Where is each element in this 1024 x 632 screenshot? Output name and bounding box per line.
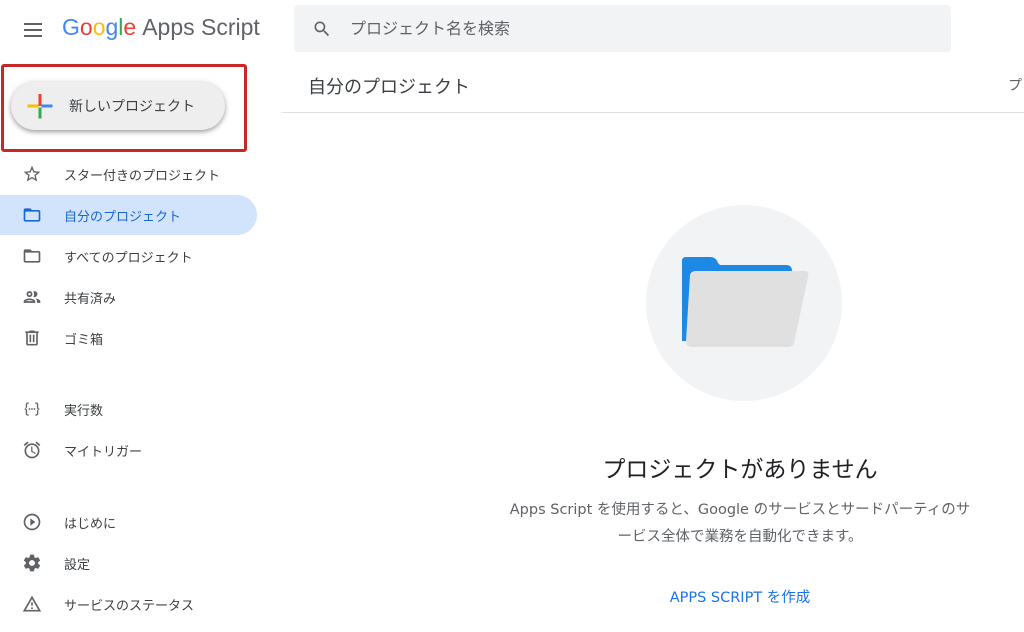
logo-product-name: Apps Script bbox=[142, 14, 260, 40]
sidebar-item-label: 実行数 bbox=[64, 403, 104, 419]
sidebar-item-label: サービスのステータス bbox=[64, 598, 195, 614]
folder-illustration-icon bbox=[682, 257, 809, 347]
sidebar-item-service-status[interactable]: サービスのステータス bbox=[0, 584, 257, 624]
sidebar-item-label: 共有済み bbox=[64, 291, 117, 307]
search-bar[interactable] bbox=[294, 5, 951, 52]
alarm-icon bbox=[0, 440, 64, 460]
create-apps-script-link[interactable]: APPS SCRIPT を作成 bbox=[482, 586, 998, 607]
search-icon[interactable] bbox=[294, 19, 350, 39]
trash-icon bbox=[0, 328, 64, 348]
logo-letter: G bbox=[62, 14, 80, 40]
sidebar-item-label: 自分のプロジェクト bbox=[64, 209, 182, 225]
folder-icon bbox=[0, 205, 64, 225]
logo-letter: o bbox=[79, 14, 93, 40]
sidebar-item-all-projects[interactable]: すべてのプロジェクト bbox=[0, 236, 257, 276]
sidebar-item-starred[interactable]: スター付きのプロジェクト bbox=[0, 154, 257, 194]
empty-state-description-line: Apps Script を使用すると、Google のサービスとサードパーティの… bbox=[509, 502, 971, 518]
sidebar-item-label: すべてのプロジェクト bbox=[64, 250, 193, 266]
search-input[interactable] bbox=[350, 19, 910, 38]
logo-letter: e bbox=[123, 14, 137, 40]
plus-icon bbox=[11, 93, 69, 119]
empty-state-description: Apps Script を使用すると、Google のサービスとサードパーティの… bbox=[482, 497, 998, 551]
folder-icon bbox=[0, 246, 64, 266]
star-icon bbox=[0, 164, 64, 184]
sidebar-item-trash[interactable]: ゴミ箱 bbox=[0, 318, 257, 358]
executions-icon bbox=[0, 399, 64, 419]
new-project-highlight: 新しいプロジェクト bbox=[1, 64, 247, 152]
sidebar-item-label: はじめに bbox=[64, 516, 117, 532]
apps-script-logo[interactable]: Google Apps Script bbox=[62, 14, 260, 46]
sidebar-item-executions[interactable]: 実行数 bbox=[0, 389, 257, 429]
sidebar-item-shared[interactable]: 共有済み bbox=[0, 277, 257, 317]
main-menu-button[interactable] bbox=[21, 18, 45, 42]
new-project-button[interactable]: 新しいプロジェクト bbox=[11, 82, 225, 130]
sidebar-item-label: マイトリガー bbox=[64, 444, 143, 460]
empty-state-illustration bbox=[646, 205, 842, 401]
people-icon bbox=[0, 287, 64, 307]
page-title: 自分のプロジェクト bbox=[308, 77, 470, 98]
sidebar-item-label: 設定 bbox=[64, 557, 91, 573]
new-project-label: 新しいプロジェクト bbox=[69, 99, 195, 115]
sidebar-item-label: ゴミ箱 bbox=[64, 332, 104, 348]
logo-letter: o bbox=[92, 14, 106, 40]
empty-state-title: プロジェクトがありません bbox=[602, 457, 878, 483]
warning-icon bbox=[0, 594, 64, 614]
play-circle-icon bbox=[0, 512, 64, 532]
hamburger-icon bbox=[24, 23, 42, 25]
empty-state-description-line: ービス全体で業務を自動化できます。 bbox=[617, 529, 863, 545]
sidebar-item-label: スター付きのプロジェクト bbox=[64, 168, 221, 184]
sidebar-item-my-triggers[interactable]: マイトリガー bbox=[0, 430, 257, 470]
gear-icon bbox=[0, 553, 64, 573]
sidebar-item-my-projects[interactable]: 自分のプロジェクト bbox=[0, 195, 257, 235]
sidebar-item-settings[interactable]: 設定 bbox=[0, 543, 257, 583]
sidebar-item-getting-started[interactable]: はじめに bbox=[0, 502, 257, 542]
logo-letter: g bbox=[105, 14, 119, 40]
header-divider bbox=[282, 112, 1024, 113]
clipped-header-text: プ bbox=[1008, 78, 1022, 94]
